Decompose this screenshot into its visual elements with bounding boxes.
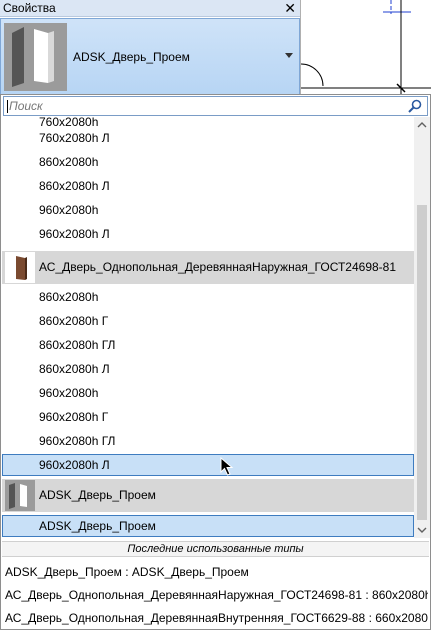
list-item[interactable]: 860x2080h bbox=[2, 286, 414, 310]
recent-types-header: Последние использованные типы bbox=[2, 541, 429, 557]
type-dropdown: Поиск 760x2080h 760x2080h Л 860x2080h 86… bbox=[0, 94, 431, 630]
list-item-label: 960x2080h bbox=[39, 386, 99, 400]
properties-panel-header: Свойства ✕ bbox=[0, 0, 300, 17]
drawing-canvas[interactable] bbox=[300, 0, 431, 95]
canvas-drawing bbox=[300, 0, 431, 95]
list-item-selected[interactable]: ADSK_Дверь_Проем bbox=[2, 515, 414, 537]
list-item[interactable]: 860x2080h bbox=[2, 151, 414, 175]
list-item[interactable]: 860x2080h ГЛ bbox=[2, 334, 414, 358]
type-list[interactable]: 760x2080h 760x2080h Л 860x2080h 860x2080… bbox=[2, 117, 414, 538]
dropdown-arrow-icon[interactable] bbox=[285, 53, 293, 58]
close-icon[interactable]: ✕ bbox=[284, 0, 296, 16]
list-item-label: 860x2080h Л bbox=[39, 179, 110, 193]
list-scrollbar[interactable] bbox=[414, 117, 430, 538]
list-item-label: 860x2080h Л bbox=[39, 362, 110, 376]
list-item-label: 860x2080h ГЛ bbox=[39, 338, 116, 352]
list-item[interactable]: 960x2080h Л bbox=[2, 223, 414, 247]
search-icon[interactable] bbox=[407, 98, 423, 114]
wooden-door-icon bbox=[5, 252, 35, 283]
list-item[interactable]: 860x2080h Г bbox=[2, 310, 414, 334]
list-item[interactable]: 960x2080h bbox=[2, 199, 414, 223]
list-item[interactable]: 960x2080h Г bbox=[2, 406, 414, 430]
search-input[interactable]: Поиск bbox=[3, 96, 428, 116]
door-opening-icon bbox=[4, 23, 67, 91]
recent-item[interactable]: ADSK_Дверь_Проем : ADSK_Дверь_Проем bbox=[5, 565, 428, 579]
scroll-thumb[interactable] bbox=[417, 205, 427, 520]
door-opening-icon bbox=[5, 480, 35, 511]
scroll-up-arrow-icon[interactable] bbox=[414, 117, 430, 133]
list-item[interactable]: 960x2080h bbox=[2, 382, 414, 406]
mouse-cursor-icon bbox=[220, 457, 234, 476]
list-item-label: 860x2080h Г bbox=[39, 314, 109, 328]
family-label: АС_Дверь_Однопольная_ДеревяннаяНаружная_… bbox=[39, 260, 397, 274]
family-header[interactable]: ADSK_Дверь_Проем bbox=[2, 479, 414, 512]
list-item-label: 960x2080h Г bbox=[39, 410, 109, 424]
recent-item[interactable]: АС_Дверь_Однопольная_ДеревяннаяВнутрення… bbox=[5, 611, 428, 625]
list-item[interactable]: 760x2080h Л bbox=[2, 127, 414, 151]
family-header[interactable]: АС_Дверь_Однопольная_ДеревяннаяНаружная_… bbox=[2, 251, 414, 284]
list-item-label: 960x2080h ГЛ bbox=[39, 434, 116, 448]
list-item-label: 960x2080h bbox=[39, 203, 99, 217]
list-item-highlighted[interactable]: 960x2080h Л bbox=[2, 454, 414, 476]
search-placeholder: Поиск bbox=[9, 99, 43, 113]
type-selector[interactable]: ADSK_Дверь_Проем bbox=[0, 18, 300, 95]
list-item[interactable]: 860x2080h Л bbox=[2, 175, 414, 199]
family-label: ADSK_Дверь_Проем bbox=[39, 488, 156, 502]
text-cursor bbox=[7, 100, 8, 113]
list-item-label: 860x2080h bbox=[39, 290, 99, 304]
recent-item[interactable]: АС_Дверь_Однопольная_ДеревяннаяНаружная_… bbox=[5, 588, 428, 602]
list-item[interactable]: 860x2080h Л bbox=[2, 358, 414, 382]
selected-type-name: ADSK_Дверь_Проем bbox=[73, 50, 190, 64]
list-item[interactable]: 960x2080h ГЛ bbox=[2, 430, 414, 454]
panel-title: Свойства bbox=[3, 1, 56, 15]
list-item-label: 860x2080h bbox=[39, 155, 99, 169]
list-item-label: 760x2080h Л bbox=[39, 131, 110, 145]
list-item-label: 960x2080h Л bbox=[39, 227, 110, 241]
list-item-label: 960x2080h Л bbox=[39, 458, 110, 472]
scroll-down-arrow-icon[interactable] bbox=[414, 522, 430, 538]
list-item-label: ADSK_Дверь_Проем bbox=[39, 519, 156, 533]
